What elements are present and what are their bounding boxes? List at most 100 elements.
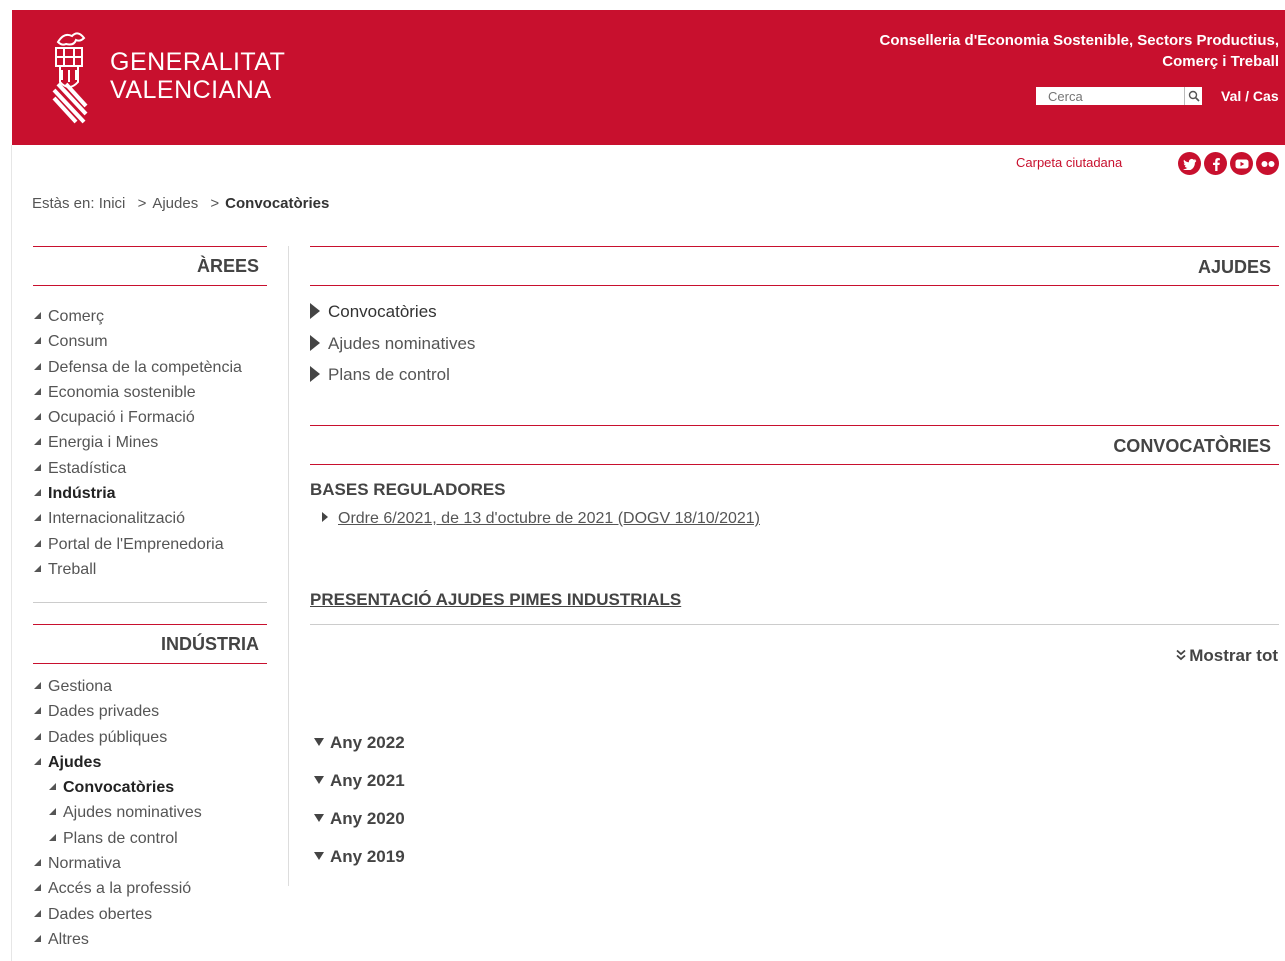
industria-item-plans-de-control[interactable]: Plans de control: [34, 826, 202, 851]
double-chevron-down-icon: [1176, 649, 1186, 661]
triangle-icon: [49, 808, 56, 816]
triangle-icon: [34, 859, 41, 867]
year-toggle-any-2021[interactable]: Any 2021: [314, 771, 405, 809]
ajudes-heading: AJUDES: [310, 246, 1279, 286]
industria-item-label: Accés a la professió: [48, 880, 192, 898]
industria-item-label: Gestiona: [48, 678, 113, 695]
ordre-link[interactable]: Ordre 6/2021, de 13 d'octubre de 2021 (D…: [338, 510, 760, 527]
triangle-icon: [34, 413, 41, 421]
sidebar-item-label: Ocupació i Formació: [48, 409, 195, 427]
department-line1: Conselleria d'Economia Sostenible, Secto…: [879, 32, 1280, 49]
year-label: Any 2019: [330, 847, 405, 866]
ajudes-item-ajudes-nominatives[interactable]: Ajudes nominatives: [310, 328, 475, 360]
ajudes-item-label: Ajudes nominatives: [328, 333, 476, 353]
year-toggle-any-2022[interactable]: Any 2022: [314, 733, 405, 771]
bases-reguladores-title: BASES REGULADORES: [310, 480, 506, 499]
logo-line1: GENERALITAT: [110, 48, 286, 76]
breadcrumb: Estàs en: Inici > Ajudes > Convocatòries: [32, 195, 329, 212]
arrow-right-icon: [310, 303, 320, 319]
triangle-icon: [34, 682, 41, 689]
twitter-icon[interactable]: [1178, 152, 1201, 175]
section-divider: [310, 624, 1279, 625]
triangle-icon: [34, 909, 41, 917]
sidebar-item-label: Consum: [48, 333, 108, 351]
sidebar-separator: [33, 602, 267, 603]
industria-item-label: Plans de control: [63, 829, 178, 847]
page-left-border: [11, 145, 12, 961]
triangle-icon: [49, 783, 56, 791]
areas-heading: ÀREES: [33, 246, 267, 286]
sidebar-item-portal-de-l-emprenedoria[interactable]: Portal de l'Emprenedoria: [34, 532, 242, 557]
sidebar-item-energia-i-mines[interactable]: Energia i Mines: [34, 430, 242, 455]
sidebar-item-ocupacio-i-formacio[interactable]: Ocupació i Formació: [34, 405, 242, 430]
sidebar-item-treball[interactable]: Treball: [34, 557, 242, 582]
carpeta-ciutadana-link[interactable]: Carpeta ciutadana: [1016, 155, 1122, 170]
flickr-icon[interactable]: [1256, 152, 1279, 175]
triangle-icon: [34, 362, 41, 370]
industria-item-label: Convocatòries: [63, 779, 175, 797]
sidebar-item-estadistica[interactable]: Estadística: [34, 456, 242, 481]
sidebar-item-comerc[interactable]: Comerç: [34, 304, 242, 329]
language-switch: Val / Cas: [1221, 88, 1279, 104]
sidebar-item-defensa-de-la-competencia[interactable]: Defensa de la competència: [34, 355, 242, 380]
mostrar-tot-label: Mostrar tot: [1189, 646, 1278, 665]
convocatories-heading: CONVOCATÒRIES: [310, 425, 1279, 465]
triangle-icon: [34, 934, 41, 942]
industria-item-label: Ajudes nominatives: [63, 804, 202, 822]
industria-list: Gestiona Dades privades Dades públiques Aju…: [34, 674, 202, 952]
ordre-item[interactable]: Ordre 6/2021, de 13 d'octubre de 2021 (D…: [322, 510, 760, 528]
industria-heading: INDÚSTRIA: [33, 624, 267, 664]
year-label: Any 2020: [330, 809, 405, 828]
department-name[interactable]: Conselleria d'Economia Sostenible, Secto…: [880, 30, 1280, 72]
breadcrumb-separator: >: [210, 195, 220, 212]
triangle-icon: [34, 463, 41, 471]
year-toggle-any-2019[interactable]: Any 2019: [314, 847, 405, 885]
industria-item-dades-privades[interactable]: Dades privades: [34, 699, 202, 724]
industria-item-acces-a-la-professio[interactable]: Accés a la professió: [34, 876, 202, 901]
breadcrumb-inici[interactable]: Inici: [99, 195, 126, 212]
breadcrumb-current: Convocatòries: [225, 195, 330, 212]
sidebar-item-label: Comerç: [48, 308, 105, 325]
sidebar-item-consum[interactable]: Consum: [34, 329, 242, 354]
arrow-right-icon: [310, 334, 320, 351]
generalitat-logo[interactable]: GENERALITAT VALENCIANA: [50, 28, 310, 128]
search-button[interactable]: [1184, 87, 1202, 105]
year-toggle-any-2020[interactable]: Any 2020: [314, 809, 405, 847]
search-input[interactable]: [1036, 87, 1182, 105]
sidebar-item-label: Internacionalització: [48, 510, 185, 528]
sidebar-item-label: Economia sostenible: [48, 383, 196, 401]
sidebar-item-label: Portal de l'Emprenedoria: [48, 535, 224, 553]
lang-val-link[interactable]: Val: [1221, 88, 1241, 104]
triangle-icon: [34, 757, 41, 765]
year-label: Any 2021: [330, 771, 405, 790]
industria-item-dades-publiques[interactable]: Dades públiques: [34, 725, 202, 750]
arrow-right-icon: [310, 366, 320, 382]
triangle-icon: [49, 833, 56, 841]
sidebar-item-label: Energia i Mines: [48, 434, 159, 452]
industria-item-ajudes[interactable]: Ajudes: [34, 750, 202, 775]
industria-item-altres[interactable]: Altres: [34, 927, 202, 952]
industria-item-normativa[interactable]: Normativa: [34, 851, 202, 876]
triangle-icon: [34, 732, 41, 740]
industria-item-convocatories[interactable]: Convocatòries: [34, 775, 202, 800]
triangle-icon: [34, 707, 41, 715]
ajudes-item-plans-de-control[interactable]: Plans de control: [310, 359, 475, 391]
years-list: Any 2022 Any 2021 Any 2020 Any 2019: [314, 733, 405, 885]
industria-item-dades-obertes[interactable]: Dades obertes: [34, 902, 202, 927]
lang-cas-link[interactable]: Cas: [1253, 88, 1279, 104]
triangle-icon: [34, 539, 41, 547]
industria-item-ajudes-nominatives[interactable]: Ajudes nominatives: [34, 800, 202, 825]
youtube-icon[interactable]: [1230, 152, 1253, 175]
breadcrumb-ajudes[interactable]: Ajudes: [152, 195, 198, 212]
industria-item-gestiona[interactable]: Gestiona: [34, 674, 202, 699]
presentacio-link[interactable]: PRESENTACIÓ AJUDES PIMES INDUSTRIALS: [310, 590, 681, 610]
industria-item-label: Ajudes: [48, 753, 102, 771]
facebook-icon[interactable]: [1204, 152, 1227, 175]
sidebar-item-industria[interactable]: Indústria: [34, 481, 242, 506]
ajudes-item-convocatories[interactable]: Convocatòries: [310, 296, 475, 328]
sidebar-item-internacionalitzacio[interactable]: Internacionalització: [34, 506, 242, 531]
mostrar-tot-button[interactable]: Mostrar tot: [1175, 646, 1278, 666]
sidebar-item-economia-sostenible[interactable]: Economia sostenible: [34, 380, 242, 405]
sidebar-item-label: Indústria: [48, 485, 116, 503]
breadcrumb-label: Estàs en:: [32, 195, 95, 212]
